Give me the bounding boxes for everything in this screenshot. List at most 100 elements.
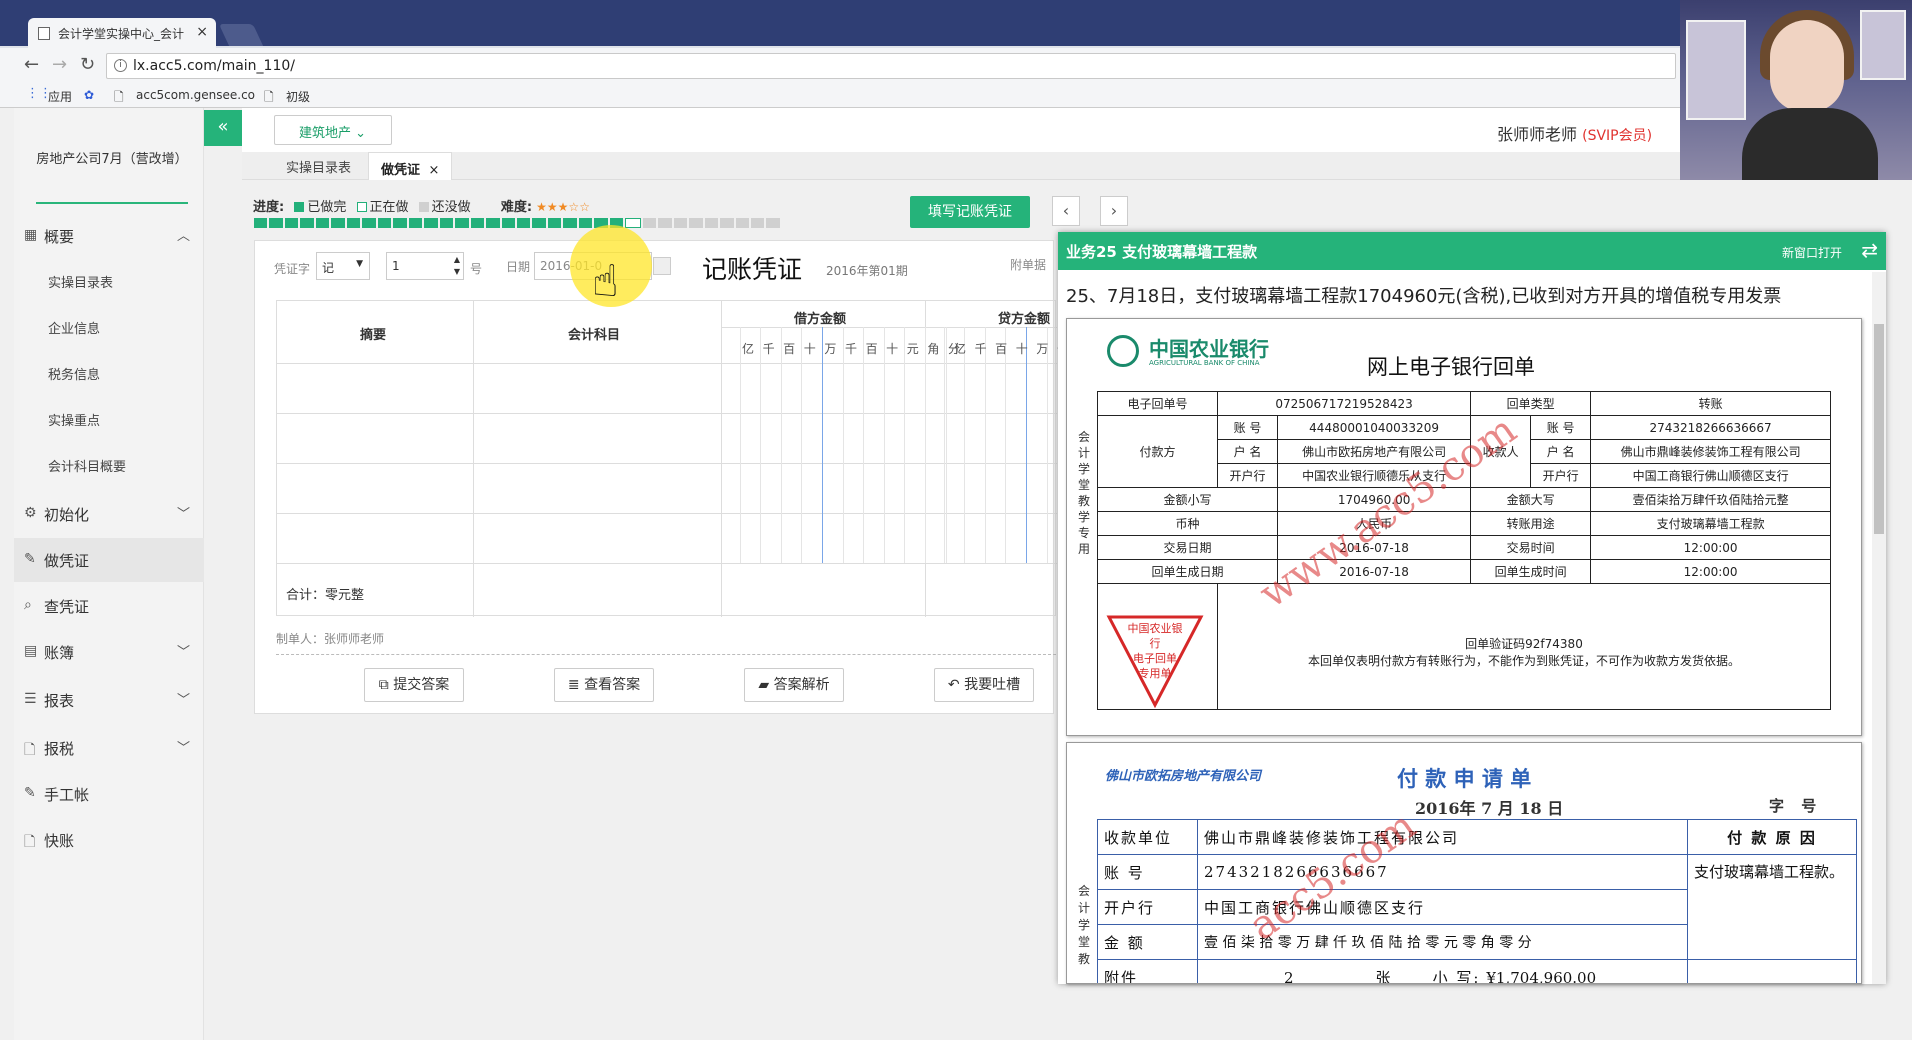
- prev-button[interactable]: ‹: [1052, 196, 1080, 226]
- forward-icon[interactable]: →: [52, 54, 67, 75]
- fill-voucher-button[interactable]: 填写记账凭证: [910, 196, 1030, 228]
- progress-segment[interactable]: [424, 218, 438, 228]
- external-link-icon: ⧉: [378, 677, 394, 693]
- sidebar-sub-tax-info[interactable]: 税务信息: [48, 364, 100, 383]
- collapse-sidebar-button[interactable]: «: [204, 110, 242, 146]
- sidebar-sub-key-points[interactable]: 实操重点: [48, 410, 100, 429]
- reload-icon[interactable]: ↻: [80, 54, 95, 75]
- sidebar-item-tax-filing[interactable]: 🗋 报税 ﹀: [14, 726, 204, 770]
- debit-unit: 百: [783, 342, 796, 356]
- progress-segment[interactable]: [346, 218, 361, 228]
- progress-segment[interactable]: [362, 218, 376, 228]
- chevron-down-icon: ﹀: [176, 693, 190, 708]
- progress-segment[interactable]: [689, 218, 703, 228]
- bookmark-apps[interactable]: 应用: [48, 88, 72, 105]
- new-tab-button[interactable]: [218, 24, 264, 46]
- answer-analysis-button[interactable]: ▰ 答案解析: [744, 668, 844, 702]
- doing-swatch: [356, 202, 367, 212]
- progress-segment[interactable]: [470, 218, 485, 228]
- cell: 12:00:00: [1590, 559, 1831, 584]
- tab-make-voucher[interactable]: 做凭证 ×: [368, 152, 453, 180]
- scrollbar-thumb[interactable]: [1874, 324, 1884, 534]
- feedback-button[interactable]: ↶ 我要吐槽: [934, 668, 1034, 702]
- progress-segment[interactable]: [720, 218, 734, 228]
- cell: 电子回单号: [1097, 391, 1218, 416]
- abc-logo-icon: [1107, 335, 1139, 367]
- progress-segment[interactable]: [642, 218, 657, 228]
- sidebar-item-ledger[interactable]: ▤ 账簿 ﹀: [14, 630, 204, 674]
- digit-divider: [780, 327, 782, 563]
- view-answer-button[interactable]: ≣ 查看答案: [554, 668, 654, 702]
- progress-segment[interactable]: [377, 218, 392, 228]
- progress-segment[interactable]: [439, 218, 454, 228]
- calendar-icon[interactable]: [653, 257, 671, 275]
- submit-answer-button[interactable]: ⧉ 提交答案: [364, 668, 464, 702]
- scrollbar[interactable]: [1872, 272, 1886, 984]
- progress-segment[interactable]: [516, 218, 531, 228]
- sidebar-item-quick-ledger[interactable]: 🗋 快账: [14, 818, 204, 862]
- progress-segment[interactable]: [625, 218, 641, 228]
- sidebar-item-overview[interactable]: ▦ 概要 ︿: [14, 214, 204, 258]
- sidebar-sub-company-info[interactable]: 企业信息: [48, 318, 100, 337]
- progress-segment[interactable]: [269, 218, 283, 228]
- swap-icon[interactable]: ⇄: [1861, 238, 1878, 262]
- info-icon[interactable]: i: [114, 59, 127, 72]
- tab-catalog[interactable]: 实操目录表: [286, 157, 351, 176]
- sidebar-sub-accounts-overview[interactable]: 会计科目概要: [48, 456, 126, 475]
- progress-segment[interactable]: [578, 218, 593, 228]
- progress-segment[interactable]: [408, 218, 423, 228]
- stepper-arrows-icon[interactable]: ▲ ▼: [454, 254, 460, 278]
- progress-segment[interactable]: [331, 218, 345, 228]
- open-new-window-link[interactable]: 新窗口打开: [1782, 244, 1842, 261]
- next-button[interactable]: ›: [1100, 196, 1128, 226]
- progress-segment[interactable]: [704, 218, 719, 228]
- sidebar-item-make-voucher[interactable]: ✎ 做凭证: [14, 538, 204, 582]
- progress-segment[interactable]: [532, 218, 546, 228]
- voucher-word-select[interactable]: 记 ▼: [316, 252, 370, 280]
- sidebar-item-label: 报表: [44, 692, 75, 710]
- bookmark-gensee[interactable]: acc5com.gensee.co: [136, 88, 255, 102]
- voucher-number-stepper[interactable]: 1 ▲ ▼: [386, 252, 464, 280]
- progress-segment[interactable]: [766, 218, 780, 228]
- done-swatch: [294, 202, 305, 212]
- chevron-down-icon: ﹀: [176, 645, 190, 660]
- progress-segment[interactable]: [751, 218, 765, 228]
- user-info[interactable]: 张师师老师 (SVIP会员): [1497, 121, 1652, 145]
- progress-segment[interactable]: [658, 218, 672, 228]
- cell: 开户行: [1530, 463, 1592, 488]
- progress-segment[interactable]: [563, 218, 577, 228]
- close-icon[interactable]: ×: [429, 163, 440, 178]
- project-select[interactable]: 建筑地产 ⌄: [274, 115, 392, 145]
- sidebar-item-init[interactable]: ⚙ 初始化 ﹀: [14, 492, 204, 536]
- back-icon[interactable]: ←: [24, 54, 39, 75]
- digit-divider: [822, 327, 823, 563]
- progress-segment[interactable]: [315, 218, 330, 228]
- close-tab-icon[interactable]: ×: [196, 24, 208, 40]
- progress-segment[interactable]: [300, 218, 314, 228]
- progress-segment[interactable]: [547, 218, 562, 228]
- progress-segment[interactable]: [284, 218, 299, 228]
- progress-segment[interactable]: [735, 218, 749, 228]
- digit-divider: [904, 327, 906, 563]
- value-cell: 2743218266636667: [1197, 854, 1688, 890]
- sidebar-item-reports[interactable]: ☰ 报表 ﹀: [14, 678, 204, 722]
- bookmark-beginner[interactable]: 初级: [286, 88, 310, 105]
- caret-down-icon: ▼: [356, 259, 363, 269]
- sidebar-item-manual-ledger[interactable]: ✎ 手工帐: [14, 772, 204, 816]
- cell: 金额大写: [1470, 487, 1592, 512]
- sidebar-sub-catalog[interactable]: 实操目录表: [48, 272, 113, 291]
- progress-segment[interactable]: [455, 218, 469, 228]
- digit-divider: [760, 327, 762, 563]
- progress-segment[interactable]: [393, 218, 407, 228]
- paw-icon: ✿: [84, 88, 95, 102]
- browser-tab[interactable]: 会计学堂实操中心_会计 ×: [28, 18, 216, 48]
- progress-segment[interactable]: [501, 218, 515, 228]
- address-bar[interactable]: i lx.acc5.com/main_110/: [106, 53, 1676, 79]
- divider: [276, 654, 1056, 655]
- vip-badge: (SVIP会员): [1582, 128, 1653, 144]
- progress-segment[interactable]: [673, 218, 688, 228]
- empty-cell: [1687, 959, 1857, 983]
- progress-segment[interactable]: [486, 218, 500, 228]
- sidebar-item-search-voucher[interactable]: ⌕ 查凭证: [14, 584, 204, 628]
- progress-segment[interactable]: [254, 218, 268, 228]
